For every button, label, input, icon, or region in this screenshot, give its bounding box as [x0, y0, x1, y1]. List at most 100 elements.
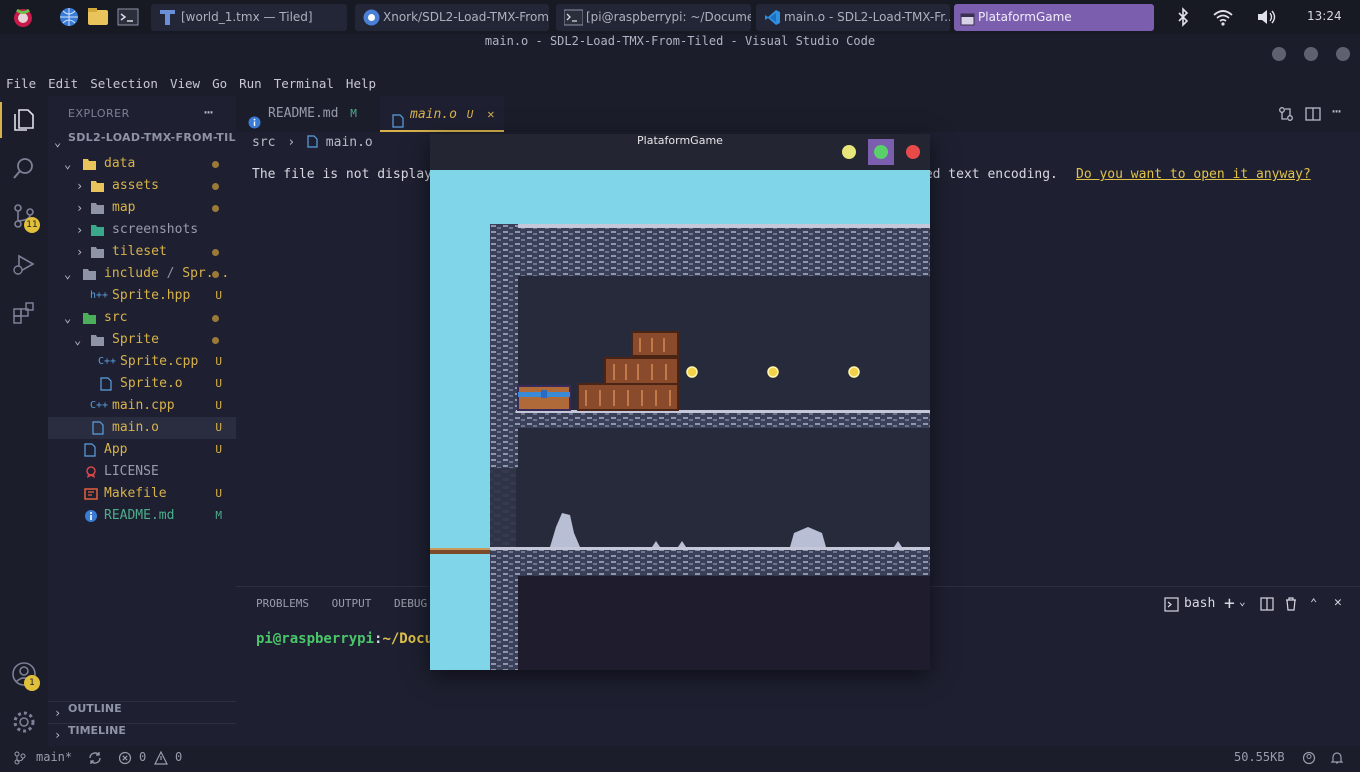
tree-item-map[interactable]: › map	[48, 197, 236, 219]
scm-badge: 11	[24, 217, 40, 233]
wifi-icon[interactable]	[1212, 6, 1234, 28]
menu-go[interactable]: Go	[212, 76, 227, 91]
bluetooth-icon[interactable]	[1172, 6, 1194, 28]
path-separator: /	[166, 266, 175, 281]
maximize-panel-icon[interactable]: ⌃	[1310, 596, 1317, 610]
tree-item-app[interactable]: App U	[48, 439, 236, 461]
tree-item-sprite-folder[interactable]: ⌄ Sprite	[48, 329, 236, 351]
volume-icon[interactable]	[1255, 6, 1277, 28]
git-status: U	[215, 289, 222, 302]
tree-item-label: Sprite.cpp	[120, 354, 199, 369]
warning-icon[interactable]	[154, 750, 168, 772]
menu-selection[interactable]: Selection	[90, 76, 158, 91]
prompt-user: pi@raspberrypi	[256, 631, 375, 647]
menu-terminal[interactable]: Terminal	[274, 76, 334, 91]
notifications-bell-icon[interactable]	[1330, 750, 1344, 772]
clock[interactable]: 13:24	[1307, 9, 1342, 23]
extensions-icon[interactable]	[11, 300, 37, 326]
game-close-button[interactable]	[906, 145, 920, 159]
tree-item-license[interactable]: LICENSE	[48, 461, 236, 483]
task-label: main.o - SDL2-Load-TMX-Fr...	[784, 10, 950, 24]
game-titlebar[interactable]: PlataformGame	[430, 134, 930, 170]
git-branch[interactable]: main*	[36, 746, 72, 768]
close-button[interactable]	[1336, 47, 1350, 61]
menu-view[interactable]: View	[170, 76, 200, 91]
compare-changes-icon[interactable]	[1278, 106, 1294, 126]
panel-tabs: PROBLEMS OUTPUT DEBUG	[256, 597, 427, 610]
split-editor-icon[interactable]	[1305, 106, 1321, 126]
tab-output[interactable]: OUTPUT	[332, 597, 372, 610]
task-browser[interactable]: Xnork/SDL2-Load-TMX-From-...	[355, 4, 549, 31]
tree-item-sprite-o[interactable]: Sprite.o U	[48, 373, 236, 395]
tree-item-main-cpp[interactable]: C++ main.cpp U	[48, 395, 236, 417]
tab-main-o[interactable]: main.o U ✕	[380, 96, 504, 132]
breadcrumb-file[interactable]: main.o	[326, 135, 373, 150]
tree-item-sprite-hpp[interactable]: h++ Sprite.hpp U	[48, 285, 236, 307]
sync-icon[interactable]	[88, 750, 102, 772]
tab-readme[interactable]: README.md M	[236, 96, 376, 132]
terminal-launcher-icon[interactable]	[117, 6, 139, 28]
explorer-more-icon[interactable]: ⋯	[204, 103, 213, 121]
warning-count: 0	[175, 750, 183, 764]
chevron-down-icon[interactable]: ⌄	[1239, 595, 1246, 608]
raspberry-menu-icon[interactable]	[12, 6, 34, 28]
modified-dot	[212, 249, 219, 256]
tree-item-makefile[interactable]: Makefile U	[48, 483, 236, 505]
vscode-icon	[764, 9, 781, 26]
close-panel-icon[interactable]: ✕	[1334, 595, 1342, 610]
tab-debug[interactable]: DEBUG	[394, 597, 427, 610]
game-minimize-button[interactable]	[842, 145, 856, 159]
task-vscode[interactable]: main.o - SDL2-Load-TMX-Fr...	[756, 4, 950, 31]
menu-run[interactable]: Run	[239, 76, 262, 91]
task-tiled[interactable]: [world_1.tmx — Tiled]	[151, 4, 347, 31]
timeline-section[interactable]: › TIMELINE	[48, 723, 236, 745]
browser-launcher-icon[interactable]	[58, 6, 80, 28]
tree-item-assets[interactable]: › assets	[48, 175, 236, 197]
tab-problems[interactable]: PROBLEMS	[256, 597, 309, 610]
explorer-icon[interactable]	[11, 107, 37, 133]
game-window[interactable]: PlataformGame	[430, 134, 930, 670]
outline-section[interactable]: › OUTLINE	[48, 701, 236, 723]
tree-item-data[interactable]: ⌄ data	[48, 153, 236, 175]
settings-gear-icon[interactable]	[11, 709, 37, 735]
chevron-right-icon: ›	[76, 201, 84, 215]
file-manager-icon[interactable]	[87, 6, 109, 28]
task-plataformgame[interactable]: PlataformGame	[954, 4, 1154, 31]
more-actions-icon[interactable]: ⋯	[1332, 102, 1341, 120]
split-terminal-icon[interactable]	[1260, 597, 1274, 615]
minimize-button[interactable]	[1272, 47, 1286, 61]
game-canvas[interactable]	[430, 170, 930, 670]
tree-item-screenshots[interactable]: › screenshots	[48, 219, 236, 241]
tree-item-src[interactable]: ⌄ src	[48, 307, 236, 329]
menu-file[interactable]: File	[6, 76, 36, 91]
new-terminal-icon[interactable]: +	[1224, 593, 1235, 614]
game-maximize-button[interactable]	[874, 145, 888, 159]
git-status: U	[215, 443, 222, 456]
terminal-output[interactable]: pi@raspberrypi:~/Docum	[256, 631, 441, 647]
git-status: M	[215, 509, 222, 522]
tree-item-tileset[interactable]: › tileset	[48, 241, 236, 263]
menu-help[interactable]: Help	[346, 76, 376, 91]
tab-close-icon[interactable]: ✕	[487, 107, 494, 121]
makefile-icon	[84, 487, 99, 501]
error-icon[interactable]	[118, 750, 132, 772]
sprite-label: Spr...	[182, 266, 230, 281]
folder-icon	[90, 245, 105, 259]
task-terminal[interactable]: [pi@raspberrypi: ~/Docume...	[556, 4, 751, 31]
breadcrumb-folder[interactable]: src	[252, 135, 275, 150]
tree-item-label: data	[104, 156, 136, 171]
maximize-button[interactable]	[1304, 47, 1318, 61]
trash-icon[interactable]	[1284, 597, 1298, 615]
run-debug-icon[interactable]	[11, 251, 37, 277]
tree-item-include[interactable]: ⌄ include / Spr...	[48, 263, 236, 285]
tree-item-main-o[interactable]: main.o U	[48, 417, 236, 439]
shell-name[interactable]: bash	[1184, 596, 1215, 611]
account-icon[interactable]	[1302, 750, 1316, 772]
open-anyway-link[interactable]: Do you want to open it anyway?	[1076, 164, 1311, 186]
menu-edit[interactable]: Edit	[48, 76, 78, 91]
tree-item-sprite-cpp[interactable]: C++ Sprite.cpp U	[48, 351, 236, 373]
tree-item-readme[interactable]: README.md M	[48, 505, 236, 527]
workspace-root[interactable]: ⌄ SDL2-LOAD-TMX-FROM-TILED	[48, 131, 253, 153]
ceiling-stones	[490, 224, 930, 276]
search-icon[interactable]	[11, 155, 37, 181]
